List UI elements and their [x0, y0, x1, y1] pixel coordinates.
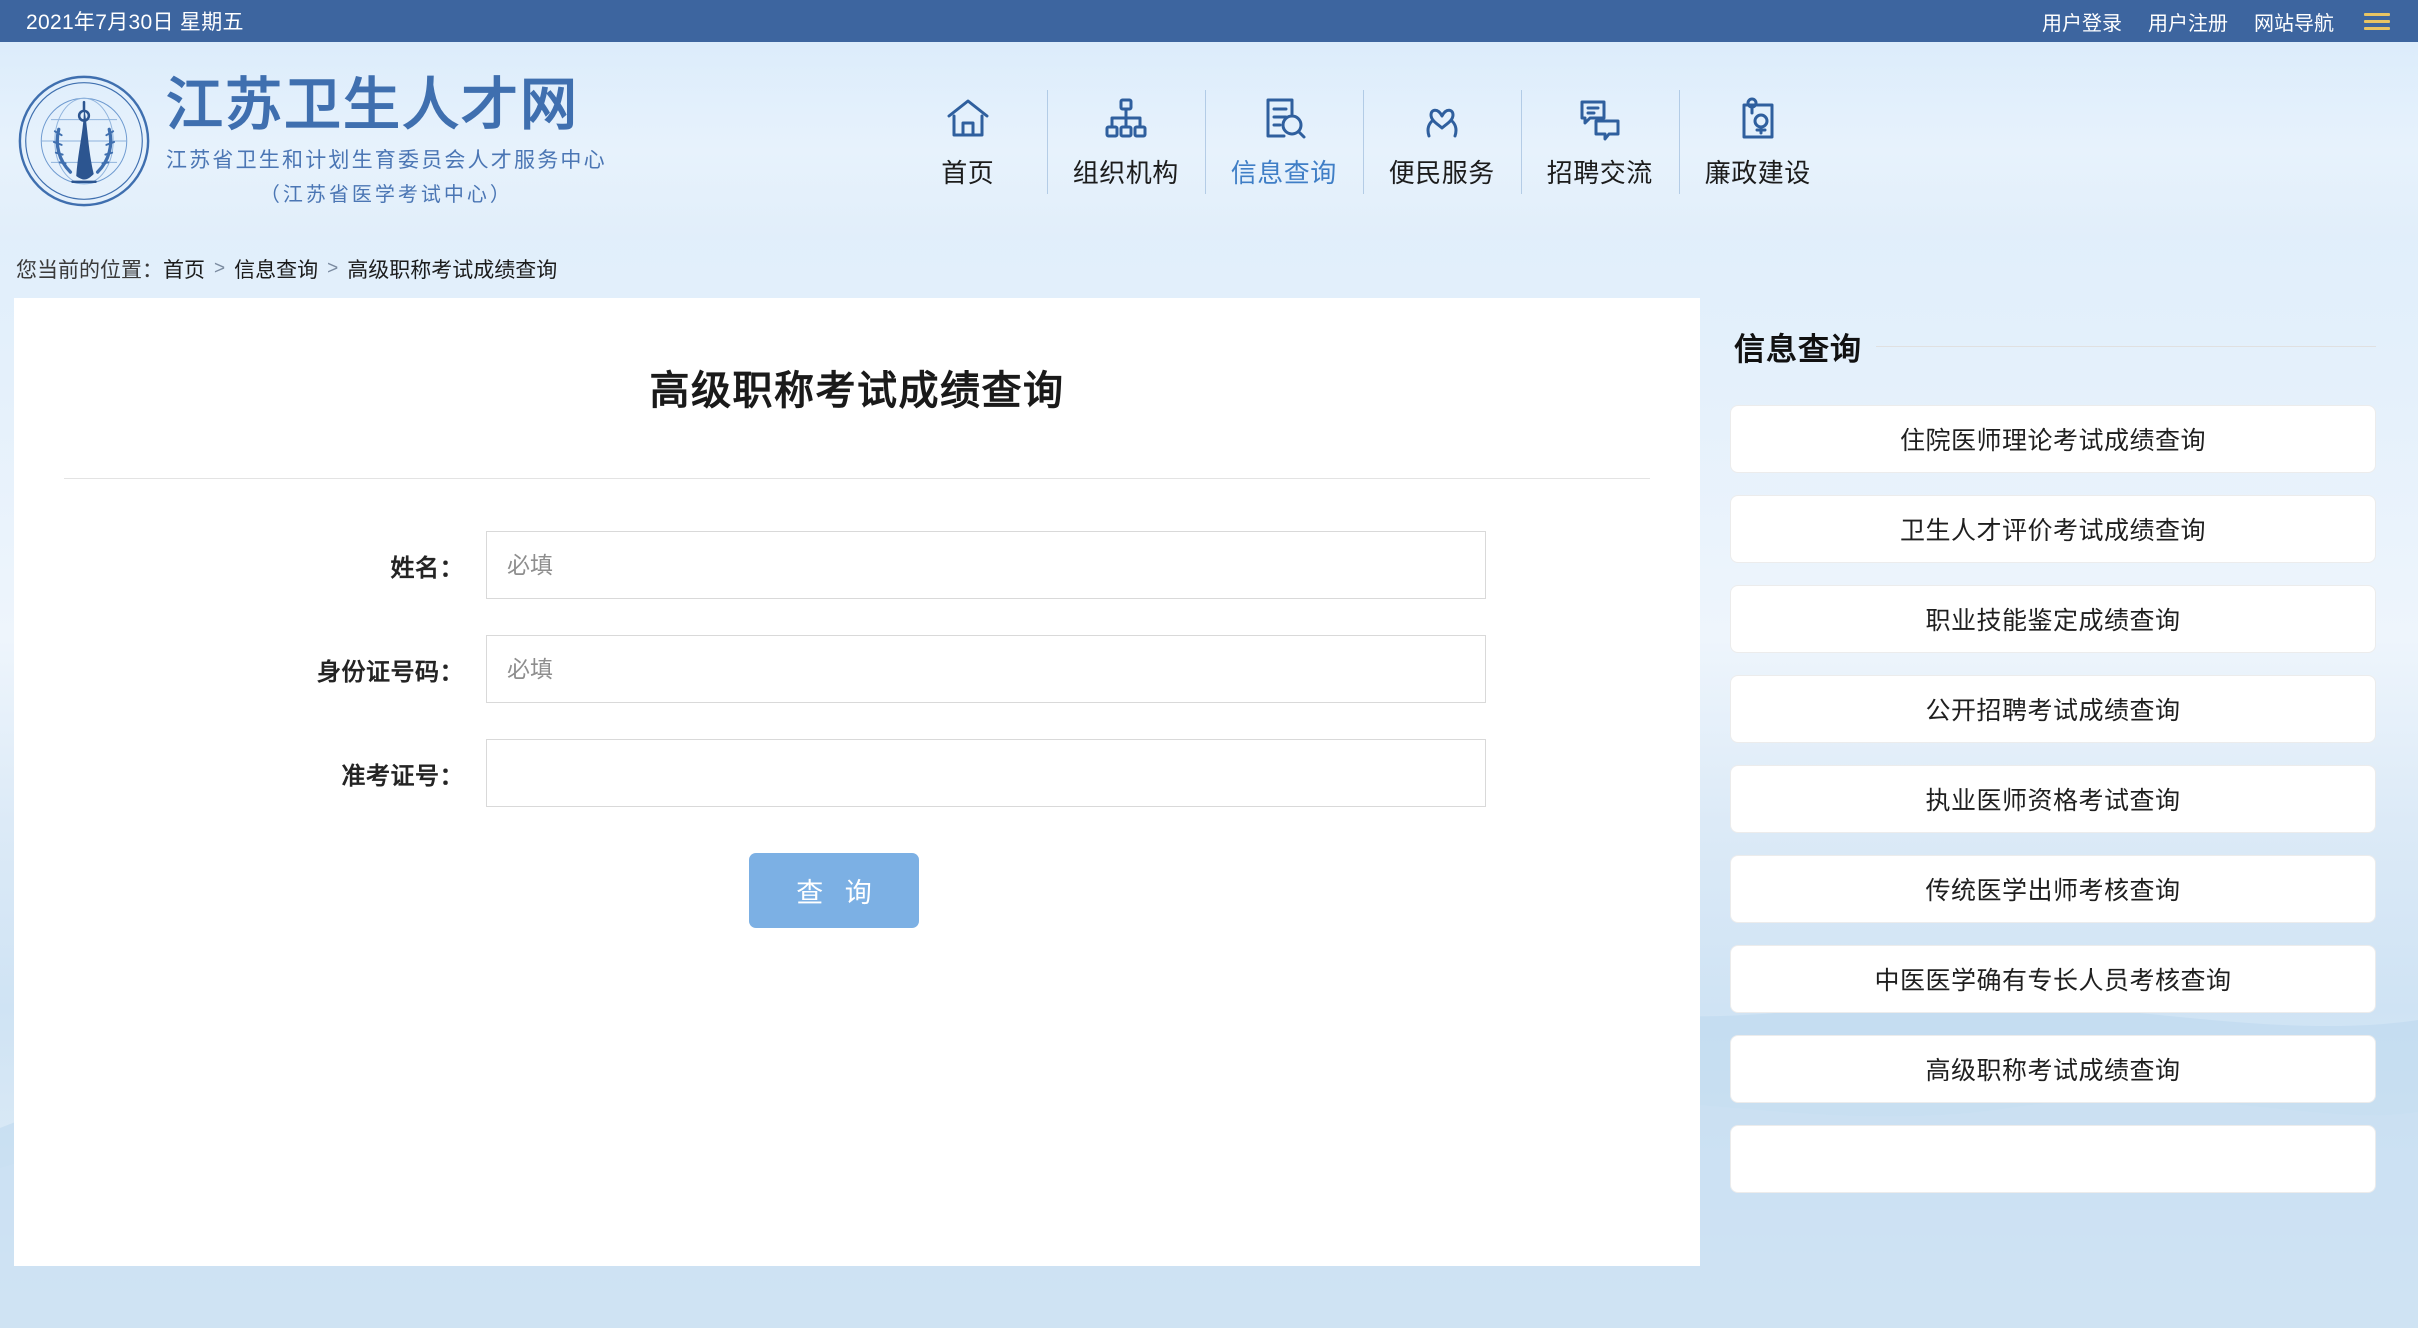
site-subtitle-secondary: （江苏省医学考试中心）: [259, 183, 513, 206]
breadcrumb-item-home[interactable]: 首页: [163, 254, 205, 284]
sidebar-item-health-talent-eval[interactable]: 卫生人才评价考试成绩查询: [1730, 495, 2376, 563]
breadcrumb-item-information-query[interactable]: 信息查询: [234, 254, 318, 284]
page-title: 高级职称考试成绩查询: [649, 369, 1065, 413]
sidebar-item-resident-theory[interactable]: 住院医师理论考试成绩查询: [1730, 405, 2376, 473]
label-id-number: 身份证号码：: [317, 658, 464, 686]
label-name: 姓名：: [390, 554, 464, 582]
main-navigation: 首页 组织机构 信息查询 便民服务 招聘交流 廉政建设: [889, 82, 1837, 200]
breadcrumb-item-current: 高级职称考试成绩查询: [347, 259, 558, 282]
user-login-link[interactable]: 用户登录: [2042, 7, 2122, 36]
site-header: 江苏卫生人才网 江苏省卫生和计划生育委员会人才服务中心 （江苏省医学考试中心） …: [0, 42, 2418, 240]
user-register-link[interactable]: 用户注册: [2148, 7, 2228, 36]
breadcrumb: 您当前的位置： 首页 > 信息查询 > 高级职称考试成绩查询: [0, 240, 2418, 298]
topbar-links: 用户登录 用户注册 网站导航: [2042, 7, 2390, 36]
page-body: 高级职称考试成绩查询 姓名： 身份证号码： 准考证号： 查 询: [0, 298, 2418, 1266]
nav-label-organization: 组织机构: [1072, 157, 1179, 188]
sidebar-item-senior-title[interactable]: 高级职称考试成绩查询: [1730, 1035, 2376, 1103]
nav-label-integrity: 廉政建设: [1704, 157, 1811, 188]
nav-item-recruitment[interactable]: 招聘交流: [1520, 82, 1679, 200]
current-date: 2021年7月30日 星期五: [26, 11, 244, 34]
nav-label-information-query: 信息查询: [1230, 157, 1337, 188]
sidebar-item-tcm-specialty[interactable]: 中医医学确有专长人员考核查询: [1730, 945, 2376, 1013]
nav-item-information-query[interactable]: 信息查询: [1204, 82, 1363, 200]
nav-label-home: 首页: [941, 157, 995, 188]
sidebar-heading-divider: [1876, 346, 2376, 347]
name-input[interactable]: [486, 531, 1486, 599]
sidebar-item-vocational-skill[interactable]: 职业技能鉴定成绩查询: [1730, 585, 2376, 653]
form-row-id-number: 身份证号码：: [64, 635, 1650, 703]
site-nav-link[interactable]: 网站导航: [2254, 7, 2334, 36]
hamburger-icon[interactable]: [2364, 12, 2390, 30]
score-query-form: 姓名： 身份证号码： 准考证号： 查 询: [64, 479, 1650, 928]
sidebar-item-practicing-physician[interactable]: 执业医师资格考试查询: [1730, 765, 2376, 833]
page-root: 2021年7月30日 星期五 用户登录 用户注册 网站导航 江苏卫生人才网 江苏…: [0, 0, 2418, 1328]
nav-item-organization[interactable]: 组织机构: [1046, 82, 1205, 200]
sidebar-heading: 信息查询: [1730, 324, 2376, 369]
nav-item-integrity[interactable]: 廉政建设: [1678, 82, 1837, 200]
heart-hands-icon: [1417, 93, 1467, 143]
brand-text-block: 江苏卫生人才网 江苏省卫生和计划生育委员会人才服务中心 （江苏省医学考试中心）: [166, 75, 607, 207]
nav-label-public-service: 便民服务: [1388, 157, 1495, 188]
breadcrumb-separator-2: >: [327, 258, 339, 279]
site-subtitle-primary: 江苏省卫生和计划生育委员会人才服务中心: [166, 148, 607, 172]
jiangsu-health-emblem-icon: [18, 75, 150, 207]
document-search-icon: [1259, 93, 1309, 143]
sidebar-heading-title: 信息查询: [1734, 332, 1862, 367]
form-row-name: 姓名：: [64, 531, 1650, 599]
query-submit-button[interactable]: 查 询: [749, 853, 919, 928]
admission-ticket-input[interactable]: [486, 739, 1486, 807]
submit-row: 查 询: [64, 853, 1650, 928]
site-brand[interactable]: 江苏卫生人才网 江苏省卫生和计划生育委员会人才服务中心 （江苏省医学考试中心）: [0, 73, 607, 209]
sidebar: 信息查询 住院医师理论考试成绩查询 卫生人才评价考试成绩查询 职业技能鉴定成绩查…: [1730, 298, 2376, 1193]
label-admission-ticket: 准考证号：: [341, 762, 464, 790]
form-row-admission-ticket: 准考证号：: [64, 739, 1650, 807]
top-utility-bar: 2021年7月30日 星期五 用户登录 用户注册 网站导航: [0, 0, 2418, 42]
breadcrumb-label: 您当前的位置：: [16, 259, 163, 282]
sidebar-item-open-recruitment[interactable]: 公开招聘考试成绩查询: [1730, 675, 2376, 743]
site-title: 江苏卫生人才网: [166, 72, 579, 139]
home-icon: [943, 93, 993, 143]
nav-item-home[interactable]: 首页: [889, 82, 1047, 200]
clipboard-seal-icon: [1733, 93, 1783, 143]
nav-item-public-service[interactable]: 便民服务: [1362, 82, 1521, 200]
sidebar-item-next[interactable]: [1730, 1125, 2376, 1193]
sidebar-list: 住院医师理论考试成绩查询 卫生人才评价考试成绩查询 职业技能鉴定成绩查询 公开招…: [1730, 405, 2376, 1193]
org-chart-icon: [1101, 93, 1151, 143]
main-content-panel: 高级职称考试成绩查询 姓名： 身份证号码： 准考证号： 查 询: [14, 298, 1700, 1266]
chat-bubbles-icon: [1575, 93, 1625, 143]
sidebar-item-traditional-medicine-graduation[interactable]: 传统医学出师考核查询: [1730, 855, 2376, 923]
breadcrumb-separator-1: >: [214, 258, 226, 279]
nav-label-recruitment: 招聘交流: [1546, 157, 1653, 188]
id-number-input[interactable]: [486, 635, 1486, 703]
